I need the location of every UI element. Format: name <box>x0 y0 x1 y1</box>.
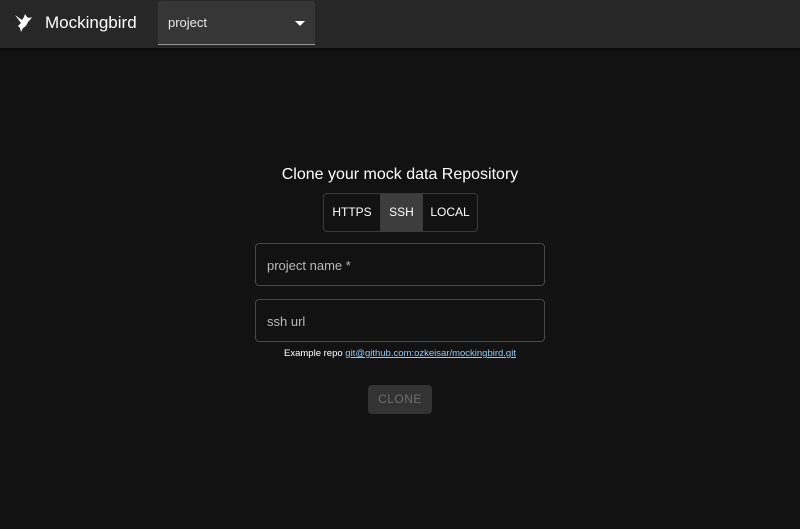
clone-button[interactable]: CLONE <box>368 385 432 414</box>
example-repo-helper: Example repo git@github.com:ozkeisar/moc… <box>0 348 800 359</box>
app-title: Mockingbird <box>45 13 137 32</box>
protocol-https-button[interactable]: HTTPS <box>324 194 380 231</box>
protocol-local-button[interactable]: LOCAL <box>422 194 477 231</box>
clone-heading: Clone your mock data Repository <box>281 166 519 183</box>
app-bar: Mockingbird project <box>0 0 800 48</box>
project-select-value: project <box>168 15 208 30</box>
bird-icon <box>15 14 32 32</box>
ssh-url-label: ssh url <box>267 314 306 329</box>
chevron-down-icon <box>295 21 305 26</box>
project-name-field[interactable]: project name * <box>255 243 545 286</box>
protocol-toggle-group: HTTPS SSH LOCAL <box>323 193 478 232</box>
example-repo-link[interactable]: git@github.com:ozkeisar/mockingbird.git <box>345 348 516 359</box>
protocol-ssh-button[interactable]: SSH <box>380 194 422 231</box>
project-select[interactable]: project <box>158 1 315 45</box>
example-repo-prefix: Example repo <box>284 348 343 359</box>
ssh-url-field[interactable]: ssh url <box>255 299 545 342</box>
project-name-label: project name * <box>267 258 351 273</box>
